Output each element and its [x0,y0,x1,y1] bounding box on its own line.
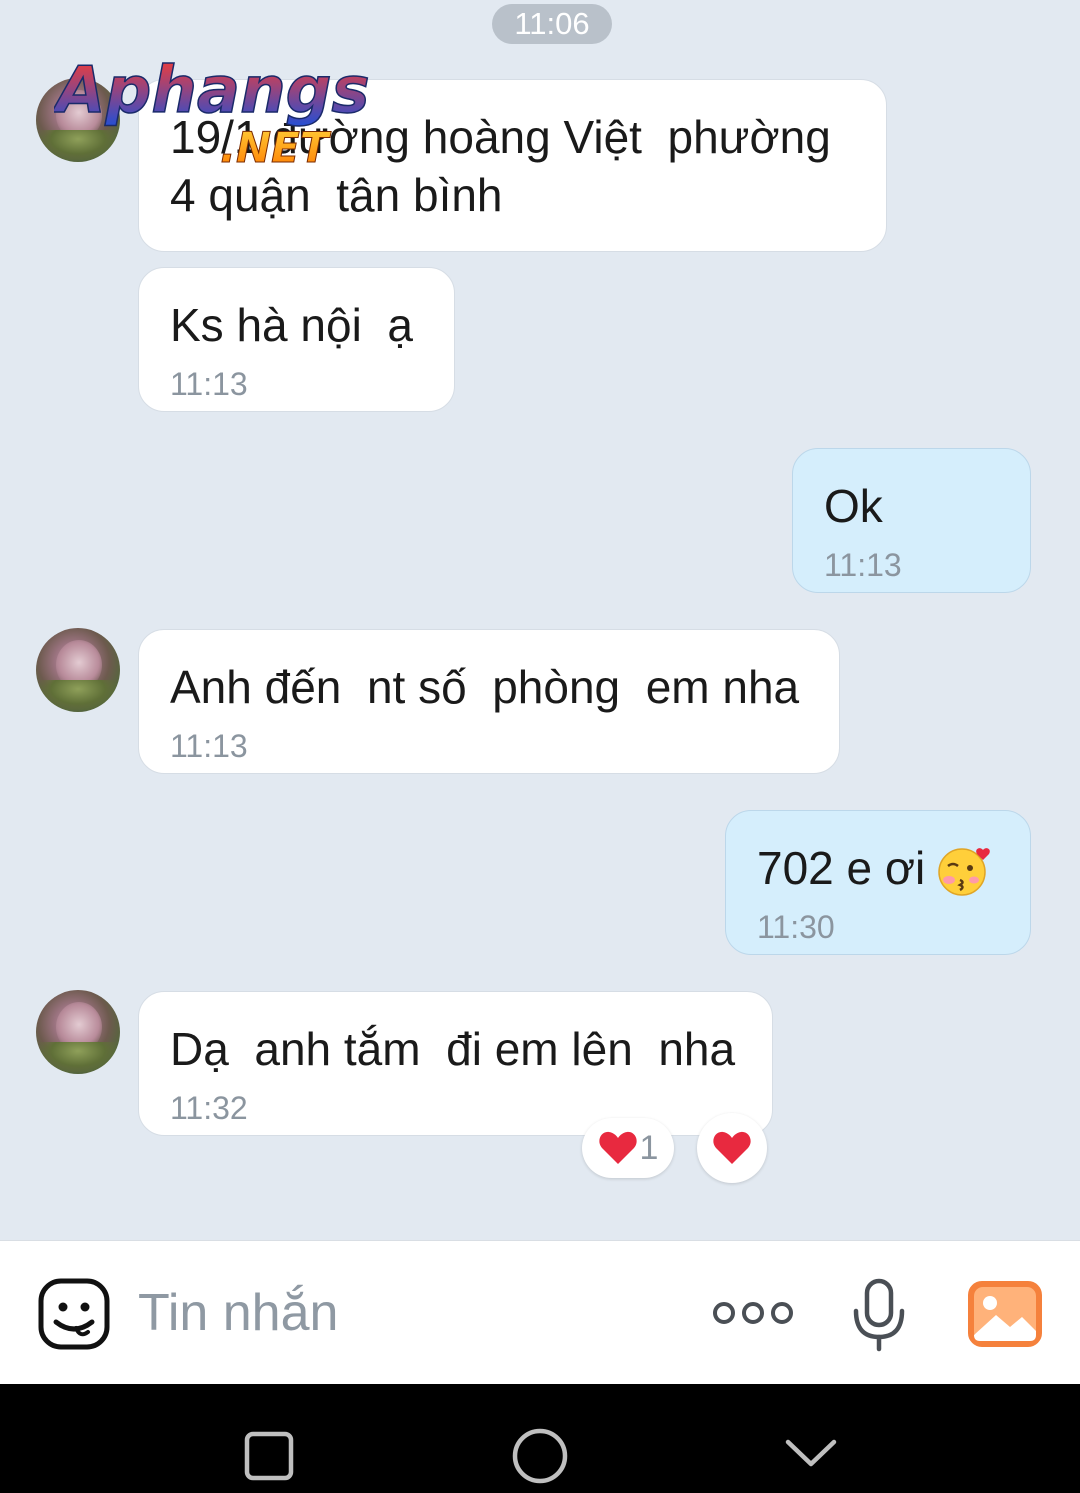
contact-avatar[interactable] [36,990,120,1074]
message-bubble[interactable]: Anh đến nt số phòng em nha 11:13 [138,629,840,774]
message-bubble[interactable]: 702 e ơi 11:30 [725,810,1031,955]
system-navigation-bar [0,1384,1080,1493]
home-icon[interactable] [511,1427,569,1485]
message-text: 702 e ơi [757,842,926,894]
kissing-face-with-heart-icon [938,848,990,896]
microphone-icon[interactable] [850,1277,908,1353]
more-icon[interactable] [712,1298,794,1328]
reaction-count-badge[interactable]: 1 [582,1118,674,1178]
message-time: 11:13 [824,547,902,583]
watermark-logo: Aphangs .NET [54,56,370,171]
heart-icon [713,1131,751,1164]
message-bubble[interactable]: Ks hà nội ạ 11:13 [138,267,455,412]
message-bubble[interactable]: Dạ anh tắm đi em lên nha 11:32 [138,991,773,1136]
message-text: Ok [824,480,883,532]
timestamp-pill: 11:06 [492,4,612,44]
message-input[interactable]: Tin nhắn [138,1283,338,1343]
reaction-count: 1 [639,1128,659,1167]
svg-text:Aphangs: Aphangs [54,56,370,128]
sticker-icon[interactable] [38,1278,110,1350]
message-text: Dạ anh tắm đi em lên nha [170,1023,736,1075]
svg-text:.NET: .NET [220,123,332,171]
message-text: Ks hà nội ạ [170,299,413,351]
react-button[interactable] [697,1113,767,1183]
message-time: 11:13 [170,728,248,764]
contact-avatar[interactable] [36,628,120,712]
recents-icon[interactable] [244,1431,294,1481]
message-bubble[interactable]: Ok 11:13 [792,448,1031,593]
gallery-icon[interactable] [966,1279,1044,1349]
heart-icon [598,1131,637,1164]
message-time: 11:32 [170,1090,248,1126]
back-icon[interactable] [784,1436,838,1470]
message-text: Anh đến nt số phòng em nha [170,661,800,713]
message-time: 11:30 [757,909,835,945]
chat-area[interactable]: 11:06 19/1 đường hoàng Việt phường 4 quậ… [0,0,1080,1240]
message-time: 11:13 [170,366,248,402]
message-composer: Tin nhắn [0,1240,1080,1384]
